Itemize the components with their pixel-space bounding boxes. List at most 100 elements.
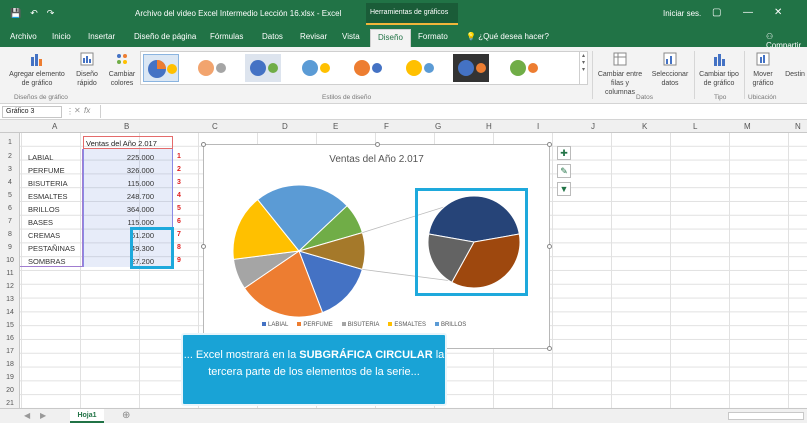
resize-handle[interactable]	[547, 346, 552, 351]
chart-style-1[interactable]	[143, 54, 179, 82]
tab-inicio[interactable]: Inicio	[52, 32, 71, 41]
tab-diseno[interactable]: Diseño	[370, 29, 411, 47]
redo-icon[interactable]: ↷	[47, 8, 55, 19]
col-header[interactable]: N	[795, 122, 801, 131]
col-header[interactable]: L	[693, 122, 697, 131]
switch-row-column-button[interactable]: Cambiar entre filas y columnas	[596, 51, 644, 97]
chart-filters-button[interactable]: ▼	[557, 182, 571, 196]
change-colors-button[interactable]: Cambiar colores	[106, 51, 138, 88]
quick-layout-button[interactable]: Diseño rápido	[72, 51, 102, 88]
more-options-icon[interactable]: ⋮	[66, 107, 74, 116]
cell-b-value[interactable]: 248.700	[86, 192, 154, 201]
cell-b1[interactable]: Ventas del Año 2.017	[83, 136, 173, 149]
row-header[interactable]: 6	[0, 205, 20, 212]
add-sheet-icon[interactable]: ⊕	[122, 410, 130, 421]
row-header[interactable]: 21	[0, 400, 20, 407]
row-header[interactable]: 13	[0, 296, 20, 303]
row-header[interactable]: 14	[0, 309, 20, 316]
row-header[interactable]: 11	[0, 270, 20, 277]
resize-handle[interactable]	[547, 142, 552, 147]
move-chart-button[interactable]: Mover gráfico	[748, 51, 778, 88]
resize-handle[interactable]	[201, 142, 206, 147]
row-header[interactable]: 17	[0, 348, 20, 355]
chart-style-2[interactable]	[193, 54, 229, 82]
row-header[interactable]: 18	[0, 361, 20, 368]
undo-icon[interactable]: ↶	[30, 8, 38, 19]
col-header[interactable]: J	[591, 122, 595, 131]
chart-style-6[interactable]	[401, 54, 437, 82]
cell-b-value[interactable]: 326.000	[86, 166, 154, 175]
tab-formulas[interactable]: Fórmulas	[210, 32, 243, 41]
chart-style-7[interactable]	[453, 54, 489, 82]
add-chart-element-button[interactable]: Agregar elemento de gráfico	[6, 51, 68, 88]
row-header[interactable]: 8	[0, 231, 20, 238]
cell-b-value[interactable]: 115.000	[86, 218, 154, 227]
select-data-button[interactable]: Seleccionar datos	[648, 51, 692, 88]
cell-a-name[interactable]: BASES	[28, 218, 53, 227]
col-header[interactable]: B	[124, 122, 129, 131]
cell-b-value[interactable]: 225.000	[86, 153, 154, 162]
tab-datos[interactable]: Datos	[262, 32, 283, 41]
resize-handle[interactable]	[375, 142, 380, 147]
gallery-scroll[interactable]: ▴ ▾ ▾	[579, 52, 587, 84]
horizontal-scrollbar[interactable]	[728, 412, 804, 420]
fx-icon[interactable]: fx	[84, 106, 90, 115]
col-header[interactable]: G	[435, 122, 441, 131]
col-header[interactable]: M	[744, 122, 751, 131]
name-box[interactable]: Gráfico 3	[2, 106, 62, 118]
minimize-button[interactable]: —	[743, 7, 753, 18]
col-header[interactable]: D	[282, 122, 288, 131]
resize-handle[interactable]	[547, 244, 552, 249]
row-header[interactable]: 10	[0, 257, 20, 264]
row-header[interactable]: 20	[0, 387, 20, 394]
row-header[interactable]: 7	[0, 218, 20, 225]
cell-a-name[interactable]: SOMBRAS	[28, 257, 66, 266]
chart-styles-button[interactable]: ✎	[557, 164, 571, 178]
chart-styles-gallery[interactable]: ▴ ▾ ▾	[140, 51, 588, 85]
row-header[interactable]: 15	[0, 322, 20, 329]
sign-in-link[interactable]: Iniciar ses.	[663, 9, 701, 18]
col-header[interactable]: I	[537, 122, 539, 131]
save-icon[interactable]: 💾	[10, 8, 21, 19]
cell-a-name[interactable]: ESMALTES	[28, 192, 67, 201]
chart-style-4[interactable]	[297, 54, 333, 82]
chart-legend[interactable]: LABIAL PERFUME BISUTERIA ESMALTES BRILLO…	[262, 322, 466, 328]
cell-a-name[interactable]: BRILLOS	[28, 205, 60, 214]
row-header[interactable]: 19	[0, 374, 20, 381]
cell-b-value[interactable]: 115.000	[86, 179, 154, 188]
cell-a-name[interactable]: CREMAS	[28, 231, 60, 240]
row-header[interactable]: 1	[0, 139, 20, 146]
change-chart-type-button[interactable]: Cambiar tipo de gráfico	[697, 51, 741, 88]
col-header[interactable]: A	[52, 122, 57, 131]
col-header[interactable]: E	[333, 122, 338, 131]
next-sheet-icon[interactable]: ▶	[40, 411, 46, 420]
formula-input[interactable]	[100, 105, 804, 118]
row-header[interactable]: 5	[0, 192, 20, 199]
row-header[interactable]: 4	[0, 179, 20, 186]
cell-a-name[interactable]: BISUTERIA	[28, 179, 68, 188]
cell-b-value[interactable]: 364.000	[86, 205, 154, 214]
row-header[interactable]: 3	[0, 166, 20, 173]
col-header[interactable]: K	[642, 122, 647, 131]
chart-style-3[interactable]	[245, 54, 281, 82]
chart-style-5[interactable]	[349, 54, 385, 82]
chart-elements-button[interactable]: ✚	[557, 146, 571, 160]
col-header[interactable]: H	[486, 122, 492, 131]
tell-me-search[interactable]: 💡 ¿Qué desea hacer?	[466, 32, 549, 41]
sheet-tab-hoja1[interactable]: Hoja1	[70, 409, 104, 423]
row-header[interactable]: 2	[0, 153, 20, 160]
chart-style-8[interactable]	[505, 54, 541, 82]
tab-archivo[interactable]: Archivo	[10, 32, 37, 41]
close-button[interactable]: ✕	[774, 7, 782, 18]
col-header[interactable]: C	[212, 122, 218, 131]
tab-insertar[interactable]: Insertar	[88, 32, 115, 41]
ribbon-display-icon[interactable]: ▢	[712, 7, 721, 18]
tab-formato[interactable]: Formato	[418, 32, 448, 41]
tab-diseno-pagina[interactable]: Diseño de página	[134, 32, 196, 41]
row-header[interactable]: 9	[0, 244, 20, 251]
tab-revisar[interactable]: Revisar	[300, 32, 327, 41]
prev-sheet-icon[interactable]: ◀	[24, 411, 30, 420]
cell-a-name[interactable]: LABIAL	[28, 153, 53, 162]
col-header[interactable]: F	[384, 122, 389, 131]
resize-handle[interactable]	[201, 244, 206, 249]
